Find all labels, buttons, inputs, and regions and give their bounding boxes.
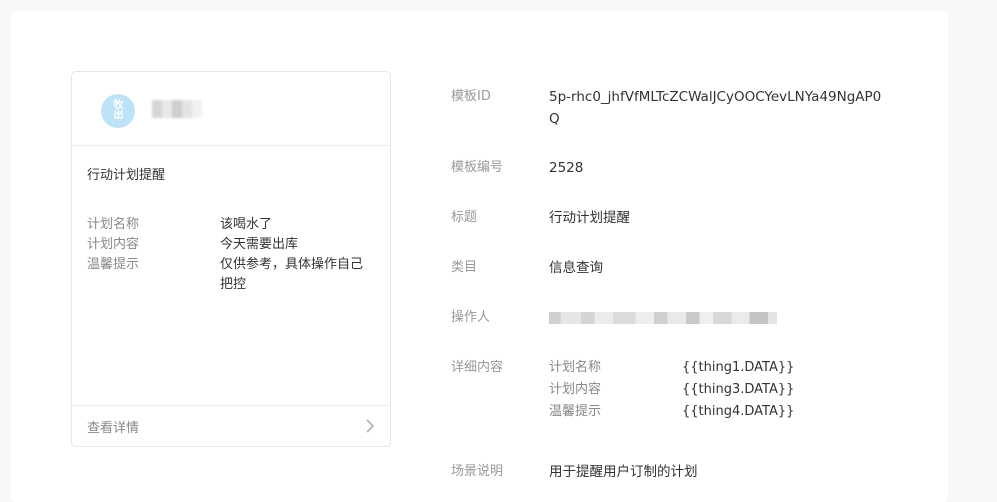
field-label: 计划名称 xyxy=(87,217,140,232)
scene-value: 用于提醒用户订制的计划 xyxy=(549,464,698,480)
title-value: 行动计划提醒 xyxy=(549,210,630,226)
detail-line: 计划名称 {{thing1.DATA}} xyxy=(549,357,794,379)
category-label: 类目 xyxy=(451,260,478,275)
account-avatar: 牧出 xyxy=(101,94,135,128)
category-row: 类目 信息查询 xyxy=(451,257,603,279)
detail-placeholder: {{thing3.DATA}} xyxy=(682,382,795,397)
scene-label: 场景说明 xyxy=(451,464,504,479)
field-label: 计划内容 xyxy=(87,237,140,252)
template-no-row: 模板编号 2528 xyxy=(451,157,583,179)
title-row: 标题 行动计划提醒 xyxy=(451,207,630,229)
template-no-value: 2528 xyxy=(549,160,584,176)
view-details-row[interactable]: 查看详情 xyxy=(72,405,390,446)
field-label: 温馨提示 xyxy=(87,257,140,272)
field-value: 该喝水了 xyxy=(220,217,273,232)
detail-key: 计划内容 xyxy=(549,382,602,397)
template-detail-panel: 牧出 行动计划提醒 计划名称 该喝水了 计划内容 今天需要出库 温馨提示 仅供参… xyxy=(11,11,948,502)
preview-fields: 计划名称 该喝水了 计划内容 今天需要出库 温馨提示 仅供参考，具体操作自己把控 xyxy=(87,215,377,295)
field-value: 仅供参考，具体操作自己把控 xyxy=(220,257,364,292)
operator-row: 操作人 xyxy=(451,307,777,329)
preview-field-row: 温馨提示 仅供参考，具体操作自己把控 xyxy=(87,255,377,295)
preview-title: 行动计划提醒 xyxy=(87,168,166,183)
field-value: 今天需要出库 xyxy=(220,237,299,252)
template-id-label: 模板ID xyxy=(451,89,491,104)
detail-line: 计划内容 {{thing3.DATA}} xyxy=(549,379,794,401)
detail-key: 温馨提示 xyxy=(549,404,602,419)
operator-label: 操作人 xyxy=(451,310,491,325)
account-name-redacted xyxy=(152,100,202,118)
preview-field-row: 计划内容 今天需要出库 xyxy=(87,235,377,255)
detail-placeholder: {{thing1.DATA}} xyxy=(682,360,795,375)
view-details-link[interactable]: 查看详情 xyxy=(87,417,139,436)
detail-placeholder: {{thing4.DATA}} xyxy=(682,404,795,419)
preview-header: 牧出 xyxy=(72,72,390,146)
template-id-value: 5p-rhc0_jhfVfMLTcZCWalJCyOOCYevLNYa49NgA… xyxy=(549,89,882,127)
chevron-right-icon xyxy=(365,419,375,433)
title-label: 标题 xyxy=(451,210,478,225)
preview-field-row: 计划名称 该喝水了 xyxy=(87,215,377,235)
detail-content-label: 详细内容 xyxy=(451,360,504,375)
detail-line: 温馨提示 {{thing4.DATA}} xyxy=(549,401,794,423)
scene-row: 场景说明 用于提醒用户订制的计划 xyxy=(451,461,698,483)
detail-content-table: 计划名称 {{thing1.DATA}} 计划内容 {{thing3.DATA}… xyxy=(549,357,794,423)
operator-redacted xyxy=(549,312,777,324)
message-preview-card: 牧出 行动计划提醒 计划名称 该喝水了 计划内容 今天需要出库 温馨提示 仅供参… xyxy=(71,71,391,447)
detail-key: 计划名称 xyxy=(549,360,602,375)
template-id-row: 模板ID 5p-rhc0_jhfVfMLTcZCWalJCyOOCYevLNYa… xyxy=(451,86,889,130)
detail-content-row: 详细内容 计划名称 {{thing1.DATA}} 计划内容 {{thing3.… xyxy=(451,357,794,423)
template-no-label: 模板编号 xyxy=(451,160,504,175)
avatar-logo-icon: 牧出 xyxy=(113,100,124,121)
category-value: 信息查询 xyxy=(549,260,603,276)
